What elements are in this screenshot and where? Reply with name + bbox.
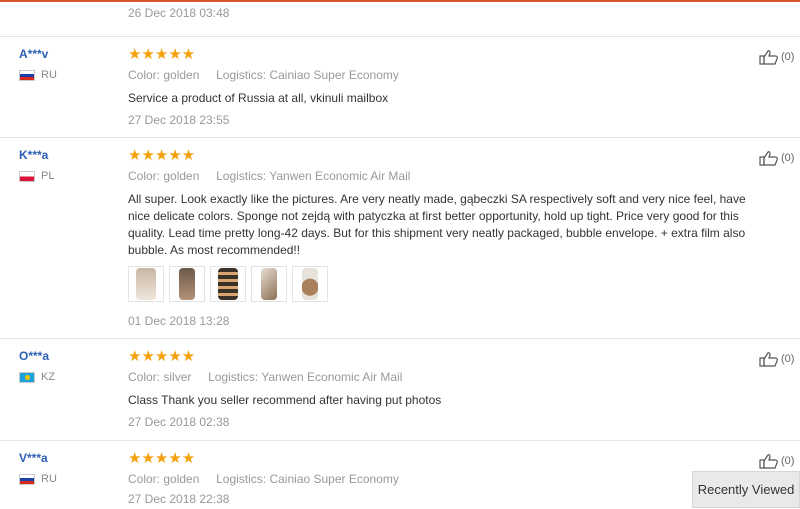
color-label: Color: [128,472,161,486]
color-value: silver [163,370,192,384]
thumbs-up-icon [759,151,778,166]
review-item: V***a RU ★★★★★ Color: golden Logistics: … [0,440,800,509]
review-content: ★★★★★ Color: golden Logistics: Cainiao S… [128,46,768,128]
review-item: A***v RU ★★★★★ Color: golden Logistics: … [0,36,800,137]
reviewer-country: RU [19,69,57,81]
review-text: Class Thank you seller recommend after h… [128,393,442,407]
review-date: 27 Dec 2018 02:38 [128,415,230,429]
reviewer-country: RU [19,473,57,485]
country-code: PL [41,170,55,182]
reviewer: A***v RU [19,47,57,81]
star-rating: ★★★★★ [128,450,196,467]
logistics-value: Yanwen Economic Air Mail [261,370,403,384]
reviewer-name[interactable]: K***a [19,148,54,162]
reviewer-name[interactable]: A***v [19,47,57,61]
review-date: 01 Dec 2018 13:28 [128,314,230,328]
review-content: ★★★★★ Color: golden Logistics: Yanwen Ec… [128,148,768,328]
review-text: Service a product of Russia at all, vkin… [128,91,389,105]
review-content: ★★★★★ Color: golden Logistics: Cainiao S… [128,450,768,507]
reviewer: V***a RU [19,451,57,485]
review-item: K***a PL ★★★★★ Color: golden Logistics: … [0,137,800,338]
color-value: golden [163,169,200,183]
star-rating: ★★★★★ [128,46,196,63]
thumbs-up-icon [759,352,778,367]
color-label: Color: [128,169,161,183]
reviewer: K***a PL [19,148,54,182]
like-count: (0) [781,152,795,164]
flag-ru-icon [19,69,35,81]
top-accent-bar [0,0,800,2]
review-meta: Color: golden Logistics: Yanwen Economic… [128,169,768,183]
review-meta: Color: golden Logistics: Cainiao Super E… [128,68,768,82]
logistics-label: Logistics: [208,370,259,384]
logistics-value: Yanwen Economic Air Mail [269,169,411,183]
like-button[interactable]: (0) [759,49,794,65]
reviewer-country: KZ [19,371,55,383]
review-photos [128,266,768,302]
flag-kz-icon [19,371,35,383]
logistics-value: Cainiao Super Economy [269,68,399,82]
like-button[interactable]: (0) [759,150,794,166]
review-photo[interactable] [292,266,328,302]
color-value: golden [163,68,200,82]
review-photo[interactable] [169,266,205,302]
reviewer-name[interactable]: V***a [19,451,57,465]
reviewer-name[interactable]: O***a [19,349,55,363]
review-photo[interactable] [210,266,246,302]
review-meta: Color: silver Logistics: Yanwen Economic… [128,370,768,384]
review-photo[interactable] [251,266,287,302]
star-rating: ★★★★★ [128,348,196,365]
recently-viewed-button[interactable]: Recently Viewed [692,471,800,508]
color-label: Color: [128,370,161,384]
logistics-value: Cainiao Super Economy [269,472,399,486]
color-label: Color: [128,68,161,82]
reviewer-country: PL [19,170,54,182]
review-date: 26 Dec 2018 03:48 [128,6,230,20]
like-button[interactable]: (0) [759,351,794,367]
review-date: 27 Dec 2018 22:38 [128,492,230,506]
logistics-label: Logistics: [216,472,267,486]
thumbs-up-icon [759,50,778,65]
like-button[interactable]: (0) [759,453,794,469]
logistics-label: Logistics: [216,68,267,82]
flag-ru-icon [19,473,35,485]
review-item: O***a KZ ★★★★★ Color: silver Logistics: … [0,338,800,439]
review-text: All super. Look exactly like the picture… [128,192,746,257]
like-count: (0) [781,51,795,63]
thumbs-up-icon [759,454,778,469]
review-content: ★★★★★ Color: silver Logistics: Yanwen Ec… [128,348,768,430]
country-code: KZ [41,371,56,383]
country-code: RU [41,473,57,485]
review-meta: Color: golden Logistics: Cainiao Super E… [128,472,768,486]
star-rating: ★★★★★ [128,147,196,164]
color-value: golden [163,472,200,486]
like-count: (0) [781,455,795,467]
review-date: 27 Dec 2018 23:55 [128,113,230,127]
logistics-label: Logistics: [216,169,267,183]
reviewer: O***a KZ [19,349,55,383]
like-count: (0) [781,353,795,365]
flag-pl-icon [19,170,35,182]
country-code: RU [41,69,57,81]
review-photo[interactable] [128,266,164,302]
